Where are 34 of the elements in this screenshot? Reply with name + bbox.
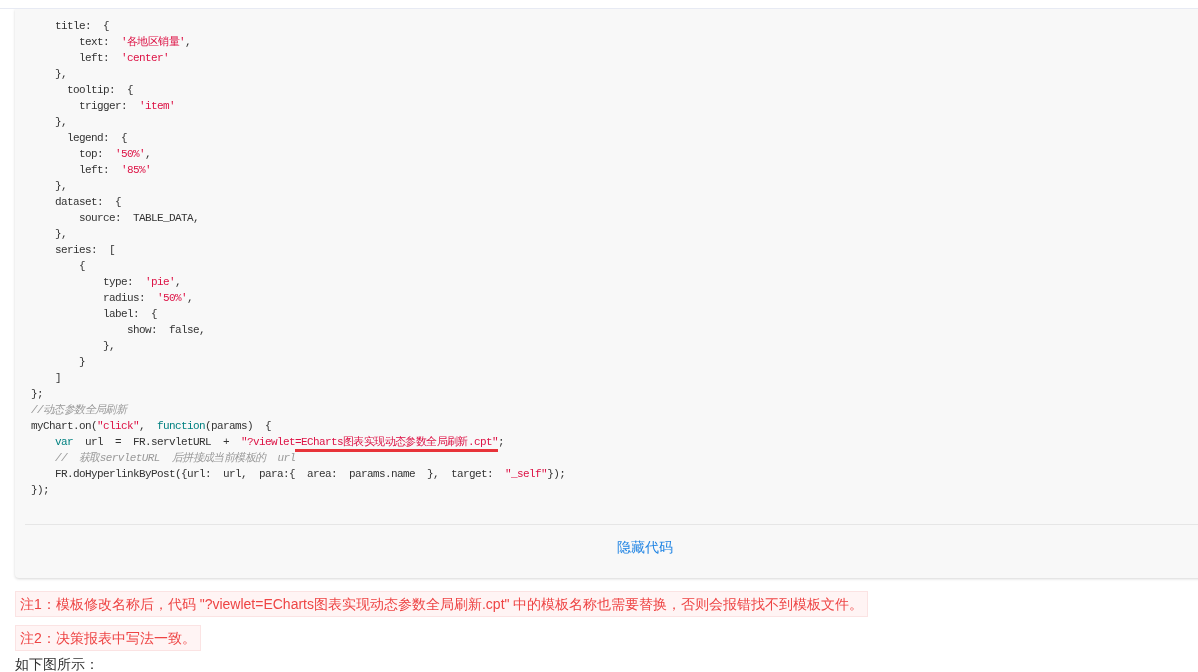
code-line: title: {	[55, 20, 110, 32]
code-line: dataset: {	[55, 196, 122, 208]
code-line: trigger: 'item'	[79, 100, 176, 112]
code-line: series: [	[55, 244, 116, 256]
code-line: type: 'pie',	[103, 276, 182, 288]
code-line: myChart.on("click", function(params) {	[31, 420, 272, 432]
code-line: },	[55, 68, 68, 80]
code-line: radius: '50%',	[103, 292, 194, 304]
code-line: left: '85%'	[79, 164, 152, 176]
code-line: left: 'center'	[79, 52, 170, 64]
code-line: };	[31, 388, 43, 400]
code-line: });	[31, 484, 49, 496]
note-callout: 注2：决策报表中写法一致。	[15, 625, 201, 651]
code-line: source: TABLE_DATA,	[79, 212, 200, 224]
code-line: },	[55, 180, 68, 192]
code-line: }	[79, 356, 86, 368]
code-line: },	[55, 228, 68, 240]
code-line: show: false,	[127, 324, 206, 336]
code-line: label: {	[103, 308, 158, 320]
hide-code-link[interactable]: 隐藏代码	[617, 537, 673, 557]
code-line: legend: {	[67, 132, 128, 144]
code-line: // 获取servletURL 后拼接成当前模板的 url	[55, 452, 296, 464]
note-callout: 注1：模板修改名称后，代码 "?viewlet=ECharts图表实现动态参数全局刷新.cpt" 中的模板名称也需要替换，否则会报错找不到模板文件。	[15, 591, 869, 617]
code-line: tooltip: {	[67, 84, 134, 96]
code-line: var url = FR.servletURL + "?viewlet=ECharts图表实现动态参数全局刷新.cpt";	[55, 436, 504, 448]
code-line: top: '50%',	[79, 148, 152, 160]
paragraph-text: 如下图所示：	[15, 656, 100, 672]
code-line: text: '各地区销量',	[79, 36, 192, 48]
code-line: //动态参数全局刷新	[31, 404, 127, 416]
code-line: },	[55, 116, 68, 128]
code-line: ]	[55, 372, 62, 384]
code-line: FR.doHyperlinkByPost({url: url, para:{ area: params.name }, target: "_self"});	[55, 468, 566, 480]
code-line: {	[79, 260, 86, 272]
code-line: },	[103, 340, 116, 352]
